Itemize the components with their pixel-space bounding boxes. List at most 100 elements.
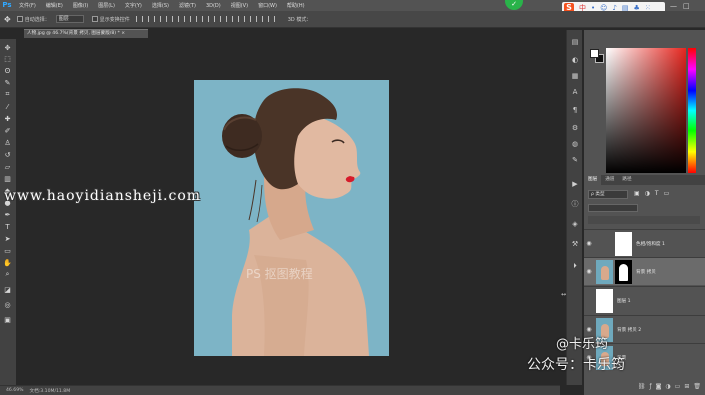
eyedropper-icon[interactable]: ⁄: [3, 102, 12, 111]
color-swatches-icon[interactable]: ◪: [3, 285, 12, 294]
menu-3d[interactable]: 3D(D): [206, 3, 221, 9]
menu-select[interactable]: 选择(S): [152, 2, 169, 9]
new-group-icon[interactable]: ▭: [675, 383, 681, 390]
navigator-panel-icon[interactable]: ◈: [571, 220, 579, 228]
align-center-icon[interactable]: [183, 16, 191, 22]
quick-select-icon[interactable]: ✎: [3, 78, 12, 87]
distribute-left-icon[interactable]: [243, 16, 251, 22]
tab-layers[interactable]: 图层: [584, 175, 602, 185]
adjustments-panel-icon[interactable]: ◐: [571, 56, 579, 64]
menu-window[interactable]: 窗口(W): [258, 2, 277, 9]
history-brush-icon[interactable]: ↺: [3, 150, 12, 159]
visibility-eye-icon[interactable]: ◉: [584, 240, 594, 247]
menu-view[interactable]: 视图(V): [231, 2, 248, 9]
crop-icon[interactable]: ⌗: [3, 90, 12, 99]
swatches-panel-icon[interactable]: ▦: [571, 72, 579, 80]
type-icon[interactable]: T: [3, 222, 12, 231]
align-right-icon[interactable]: [195, 16, 203, 22]
distribute-center-icon[interactable]: [255, 16, 263, 22]
auto-select-checkbox[interactable]: [16, 16, 23, 22]
styles-panel-icon[interactable]: ◍: [571, 140, 579, 148]
path-select-icon[interactable]: ➤: [3, 234, 12, 243]
hue-slider[interactable]: [688, 48, 696, 173]
layer-name[interactable]: 图层 1: [617, 298, 631, 304]
actions-panel-icon[interactable]: ▶: [571, 180, 579, 188]
layer-name[interactable]: 背景 拷贝 2: [617, 327, 641, 333]
distribute-bottom-icon[interactable]: [231, 16, 239, 22]
gradient-icon[interactable]: ▥: [3, 174, 12, 183]
tab-channels[interactable]: 通道: [601, 175, 618, 185]
visibility-eye-icon[interactable]: ◉: [584, 326, 594, 333]
align-top-icon[interactable]: [135, 16, 143, 22]
menu-file[interactable]: 文件(F): [19, 2, 36, 9]
auto-select-dropdown[interactable]: 图层: [55, 15, 84, 23]
quick-mask-icon[interactable]: ◎: [3, 300, 12, 309]
maximize-icon[interactable]: □: [683, 2, 690, 10]
blend-mode-dropdown[interactable]: [588, 204, 638, 212]
document-size[interactable]: 文档:3.10M/11.8M: [30, 388, 71, 394]
menu-filter[interactable]: 滤镜(T): [179, 2, 196, 9]
healing-brush-icon[interactable]: ✚: [3, 114, 12, 123]
layer-row-hue-saturation[interactable]: ◉ 色相/饱和度 1: [584, 229, 705, 257]
tab-paths[interactable]: 路径: [618, 175, 635, 185]
zoom-icon[interactable]: ⌕: [3, 270, 12, 279]
zoom-level[interactable]: 46.69%: [6, 388, 24, 393]
character-panel-icon[interactable]: A: [571, 88, 579, 96]
align-left-icon[interactable]: [171, 16, 179, 22]
new-adjustment-icon[interactable]: ◑: [665, 383, 670, 390]
filter-type-icon[interactable]: T: [655, 190, 659, 197]
layer-mask-thumbnail[interactable]: [615, 231, 632, 256]
lock-options-row[interactable]: [588, 216, 700, 224]
properties-panel-icon[interactable]: ⚙: [571, 124, 579, 132]
paragraph-panel-icon[interactable]: ¶: [571, 106, 579, 114]
foreground-color-swatch[interactable]: [590, 49, 599, 58]
hand-icon[interactable]: ✋: [3, 258, 12, 267]
menu-image[interactable]: 图像(I): [73, 2, 88, 9]
menu-type[interactable]: 文字(Y): [125, 2, 142, 9]
move-tool-icon[interactable]: ✥: [4, 15, 11, 24]
transform-controls-checkbox[interactable]: [91, 16, 98, 22]
timeline-panel-icon[interactable]: ⏵: [571, 262, 579, 270]
color-spectrum-field[interactable]: [606, 48, 686, 173]
menu-layer[interactable]: 图层(L): [98, 2, 115, 9]
brush-icon[interactable]: ✐: [3, 126, 12, 135]
delete-layer-icon[interactable]: 🗑: [693, 383, 701, 390]
distribute-middle-icon[interactable]: [219, 16, 227, 22]
tool-presets-icon[interactable]: ⚒: [571, 240, 579, 248]
filter-adjustment-icon[interactable]: ◑: [645, 190, 650, 197]
layer-row-background-copy[interactable]: ◉ 背景 拷贝: [584, 257, 705, 285]
layer-row-layer-1[interactable]: 图层 1: [584, 286, 705, 314]
layer-mask-thumbnail[interactable]: [615, 259, 632, 284]
clone-stamp-icon[interactable]: ♙: [3, 138, 12, 147]
document-image[interactable]: PS 抠图教程: [194, 80, 389, 356]
layer-name[interactable]: 色相/饱和度 1: [636, 241, 665, 247]
add-mask-icon[interactable]: ◙: [656, 383, 662, 390]
align-middle-icon[interactable]: [147, 16, 155, 22]
brush-panel-icon[interactable]: ✎: [571, 156, 579, 164]
screen-mode-icon[interactable]: ▣: [3, 315, 12, 324]
lasso-icon[interactable]: ʘ: [3, 66, 12, 75]
rectangle-icon[interactable]: ▭: [3, 246, 12, 255]
visibility-eye-icon[interactable]: ◉: [584, 268, 594, 275]
layer-name[interactable]: 背景 拷贝: [636, 269, 656, 275]
document-tab[interactable]: 人物.jpg @ 46.7%(背景 拷贝, 图层蒙版/8) * ×: [24, 29, 148, 38]
new-layer-icon[interactable]: ⊞: [684, 383, 689, 390]
marquee-icon[interactable]: ⬚: [3, 54, 12, 63]
layer-style-icon[interactable]: ƒ: [649, 383, 651, 390]
filter-shape-icon[interactable]: ▭: [664, 190, 670, 197]
distribute-top-icon[interactable]: [207, 16, 215, 22]
menu-help[interactable]: 帮助(H): [287, 2, 305, 9]
move-icon[interactable]: ✥: [3, 43, 12, 52]
minimize-icon[interactable]: —: [670, 2, 677, 10]
distribute-right-icon[interactable]: [267, 16, 275, 22]
info-panel-icon[interactable]: ⓘ: [571, 200, 579, 208]
foreground-background-swatches[interactable]: [590, 49, 604, 63]
link-layers-icon[interactable]: ⛓: [638, 383, 646, 390]
history-panel-icon[interactable]: ▤: [571, 38, 579, 46]
panel-collapse-arrows-icon[interactable]: ↔: [561, 291, 566, 298]
filter-pixel-icon[interactable]: ▣: [634, 190, 640, 197]
eraser-icon[interactable]: ▱: [3, 162, 12, 171]
layer-filter-dropdown[interactable]: ρ 类型: [588, 190, 628, 199]
menu-edit[interactable]: 编辑(E): [46, 2, 63, 9]
pen-icon[interactable]: ✒: [3, 210, 12, 219]
